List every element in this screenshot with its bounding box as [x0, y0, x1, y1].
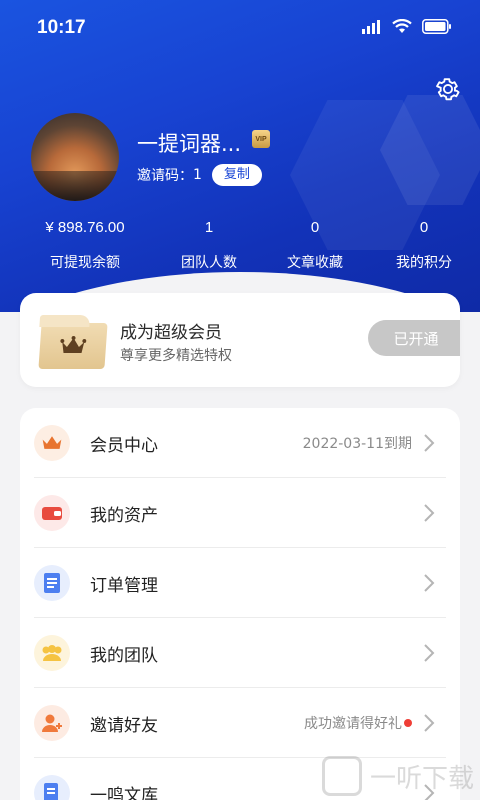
team-icon — [34, 635, 70, 671]
membership-subtitle: 尊享更多精选特权 — [120, 348, 232, 364]
document-icon — [34, 565, 70, 601]
watermark-text: 一听下载 — [369, 763, 474, 794]
menu-item-member-center[interactable]: 会员中心 2022-03-11到期 — [20, 408, 460, 478]
watermark: 一听下载 — [321, 756, 474, 796]
chevron-right-icon — [424, 434, 435, 452]
stat-value: 1 — [204, 219, 214, 236]
status-icons — [362, 19, 452, 34]
stat-label: 团队人数 — [181, 255, 237, 271]
menu-item-label: 我的资产 — [90, 505, 158, 526]
wallet-icon — [34, 495, 70, 531]
vip-badge: VIP — [252, 130, 270, 148]
stat-label: 文章收藏 — [287, 255, 343, 271]
avatar[interactable] — [31, 113, 119, 201]
stat-label: 可提现余额 — [50, 255, 120, 271]
menu-item-label: 订单管理 — [90, 575, 158, 596]
battery-icon — [422, 19, 451, 34]
menu-item-label: 会员中心 — [90, 435, 158, 456]
invite-reward-label: 成功邀请得好礼 — [304, 716, 402, 732]
crown-icon — [34, 425, 70, 461]
chevron-right-icon — [424, 714, 435, 732]
signal-icon — [362, 19, 380, 34]
watermark-logo-icon — [321, 756, 362, 796]
stats-row: ¥ 898.76.00 可提现余额 1 团队人数 0 文章收藏 0 我的积分 — [0, 219, 480, 272]
menu-item-invite-friends[interactable]: 邀请好友 成功邀请得好礼 — [20, 688, 460, 758]
stat-value: ¥ 898.76.00 — [45, 219, 125, 236]
menu-item-my-team[interactable]: 我的团队 — [20, 618, 460, 688]
menu-item-order-management[interactable]: 订单管理 — [20, 548, 460, 618]
chevron-right-icon — [424, 504, 435, 522]
stat-value: 0 — [310, 219, 320, 236]
invite-label: 邀请码： — [137, 168, 193, 184]
stat-value: 0 — [419, 219, 429, 236]
invite-code-row: 邀请码： 1 复制 — [137, 164, 262, 186]
stat-balance[interactable]: ¥ 898.76.00 可提现余额 — [0, 219, 170, 272]
status-time: 10:17 — [37, 17, 86, 38]
member-expiry-text: 2022-03-11到期 — [302, 436, 412, 452]
settings-gear-icon[interactable] — [434, 75, 462, 103]
username: 一提词器... — [137, 132, 242, 156]
menu-item-my-assets[interactable]: 我的资产 — [20, 478, 460, 548]
menu-item-label: 一鸣文库 — [90, 785, 158, 800]
chevron-right-icon — [424, 574, 435, 592]
membership-card[interactable]: 成为超级会员 尊享更多精选特权 已开通 — [20, 293, 460, 387]
menu-list: 会员中心 2022-03-11到期 我的资产 订单管理 我的团队 邀请好友 成功… — [20, 408, 460, 800]
stat-label: 我的积分 — [396, 255, 452, 271]
menu-item-label: 我的团队 — [90, 645, 158, 666]
add-user-icon — [34, 705, 70, 741]
invite-reward-text: 成功邀请得好礼 — [304, 713, 412, 733]
stat-team-count[interactable]: 1 团队人数 — [170, 219, 248, 272]
chevron-right-icon — [424, 644, 435, 662]
copy-button[interactable]: 复制 — [211, 164, 262, 186]
status-bar: 10:17 — [0, 0, 480, 56]
wifi-icon — [392, 19, 412, 33]
notification-dot — [404, 719, 412, 727]
membership-title: 成为超级会员 — [120, 323, 222, 343]
profile-header: 10:17 一提词器... VIP 邀请码： 1 复制 ¥ 898.76.00 … — [0, 0, 480, 312]
crown-icon — [60, 336, 87, 353]
library-icon — [34, 775, 70, 800]
membership-opened-button[interactable]: 已开通 — [368, 320, 460, 356]
membership-crown-box — [38, 323, 108, 369]
menu-item-label: 邀请好友 — [90, 715, 158, 736]
stat-favorites[interactable]: 0 文章收藏 — [248, 219, 382, 272]
invite-code: 1 — [193, 167, 202, 183]
stat-points[interactable]: 0 我的积分 — [382, 219, 466, 272]
